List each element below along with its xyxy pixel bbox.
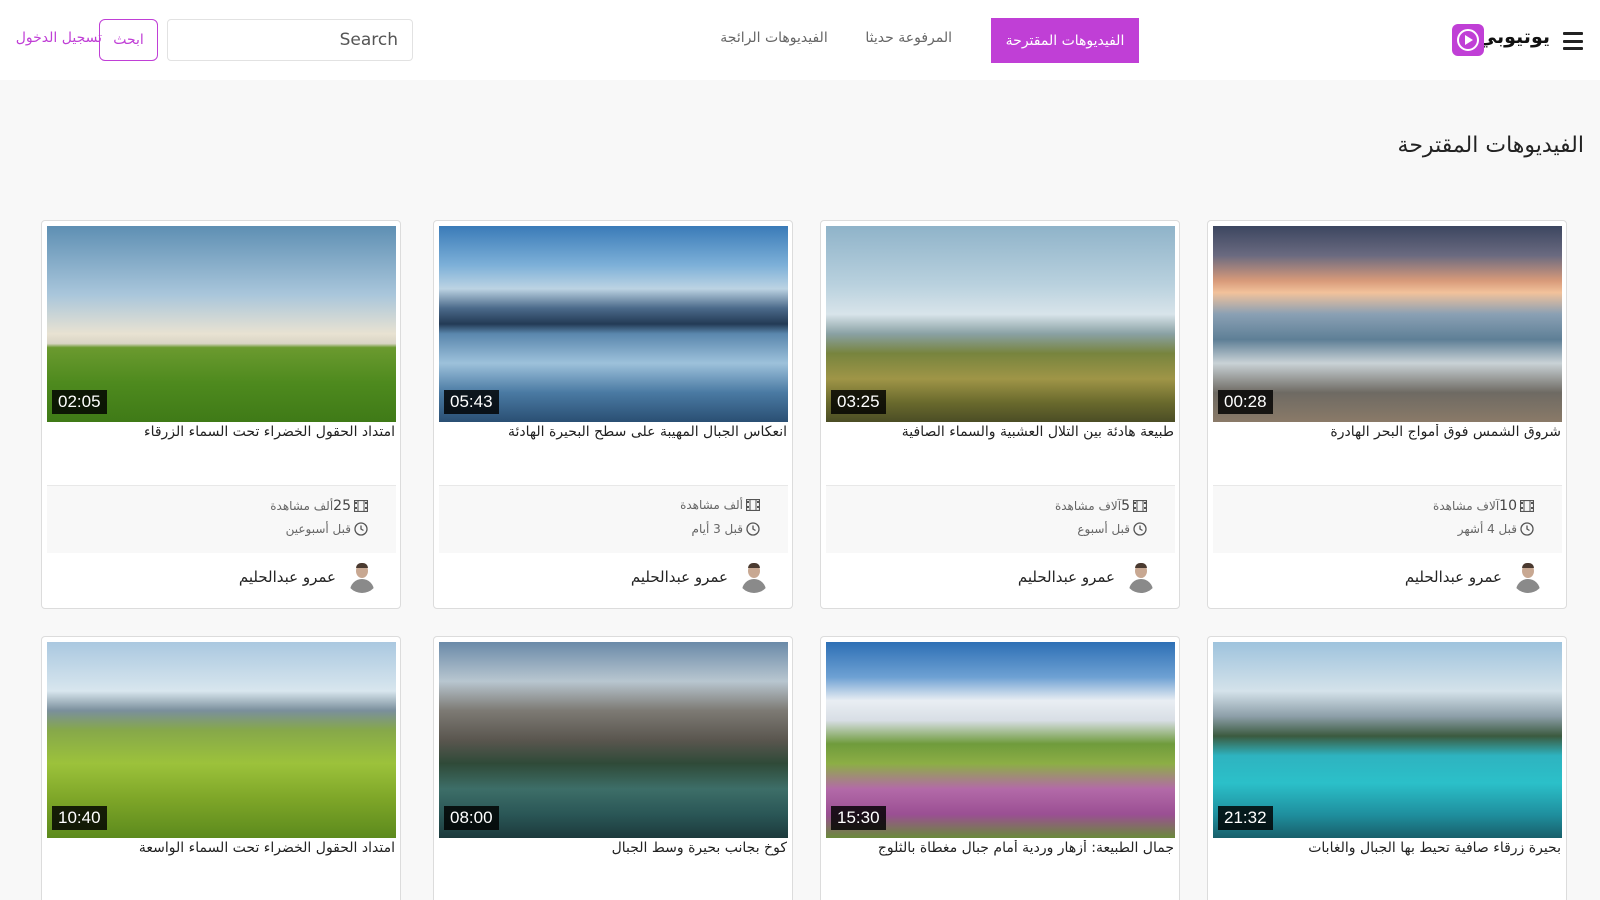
section-title: الفيديوهات المقترحة bbox=[1397, 133, 1584, 158]
video-card[interactable]: 15:30 جمال الطبيعة: أزهار وردية أمام جبا… bbox=[820, 636, 1180, 900]
video-card[interactable]: 10:40 امتداد الحقول الخضراء تحت السماء ا… bbox=[41, 636, 401, 900]
search-button[interactable]: ابحث bbox=[99, 19, 158, 61]
video-thumbnail[interactable]: 05:43 bbox=[439, 226, 788, 422]
clock-icon bbox=[354, 522, 368, 536]
clock-icon bbox=[746, 522, 760, 536]
views-label: ألف مشاهدة bbox=[680, 498, 743, 512]
upload-time: قبل أسبوعين bbox=[285, 522, 351, 536]
avatar[interactable] bbox=[346, 561, 378, 593]
time-row: قبل أسبوع bbox=[1077, 522, 1147, 536]
channel-name[interactable]: عمرو عبدالحليم bbox=[239, 568, 336, 586]
views-label: آلاف مشاهدة bbox=[1433, 499, 1500, 513]
video-title[interactable]: جمال الطبيعة: أزهار وردية أمام جبال مغطا… bbox=[829, 840, 1174, 856]
time-row: قبل 4 أشهر bbox=[1458, 522, 1534, 536]
video-thumbnail[interactable]: 10:40 bbox=[47, 642, 396, 838]
logo-text[interactable]: يوتيوبي bbox=[1478, 26, 1550, 48]
views-count: 10 bbox=[1499, 498, 1517, 514]
avatar[interactable] bbox=[738, 561, 770, 593]
video-title[interactable]: امتداد الحقول الخضراء تحت السماء الزرقاء bbox=[50, 424, 395, 440]
views-row: 10 آلاف مشاهدة bbox=[1433, 498, 1534, 514]
play-logo-icon[interactable] bbox=[1452, 24, 1484, 56]
login-link[interactable]: تسجيل الدخول bbox=[16, 30, 102, 46]
duration-badge: 08:00 bbox=[444, 806, 499, 830]
video-title[interactable]: انعكاس الجبال المهيبة على سطح البحيرة ال… bbox=[442, 424, 787, 440]
avatar[interactable] bbox=[1125, 561, 1157, 593]
upload-time: قبل أسبوع bbox=[1077, 522, 1130, 536]
video-meta: 10 آلاف مشاهدة قبل 4 أشهر bbox=[1213, 485, 1562, 553]
channel-name[interactable]: عمرو عبدالحليم bbox=[1018, 568, 1115, 586]
video-meta: 5 آلاف مشاهدة قبل أسبوع bbox=[826, 485, 1175, 553]
video-thumbnail[interactable]: 00:28 bbox=[1213, 226, 1562, 422]
video-card[interactable]: 00:28 شروق الشمس فوق أمواج البحر الهادرة… bbox=[1207, 220, 1567, 609]
duration-badge: 15:30 bbox=[831, 806, 886, 830]
video-thumbnail[interactable]: 03:25 bbox=[826, 226, 1175, 422]
menu-icon[interactable] bbox=[1563, 32, 1583, 50]
views-count: 5 bbox=[1121, 498, 1130, 514]
clock-icon bbox=[1133, 522, 1147, 536]
duration-badge: 03:25 bbox=[831, 390, 886, 414]
nav-trending-videos[interactable]: الفيديوهات الرائجة bbox=[720, 30, 828, 46]
duration-badge: 05:43 bbox=[444, 390, 499, 414]
channel-info[interactable]: عمرو عبدالحليم bbox=[239, 561, 378, 593]
video-thumbnail[interactable]: 15:30 bbox=[826, 642, 1175, 838]
film-icon bbox=[354, 500, 368, 512]
clock-icon bbox=[1520, 522, 1534, 536]
film-icon bbox=[1133, 500, 1147, 512]
channel-info[interactable]: عمرو عبدالحليم bbox=[1018, 561, 1157, 593]
time-row: قبل 3 أيام bbox=[692, 522, 760, 536]
video-title[interactable]: بحيرة زرقاء صافية تحيط بها الجبال والغاب… bbox=[1216, 840, 1561, 856]
video-title[interactable]: شروق الشمس فوق أمواج البحر الهادرة bbox=[1216, 424, 1561, 440]
video-card[interactable]: 08:00 كوخ بجانب بحيرة وسط الجبال bbox=[433, 636, 793, 900]
views-row: 5 آلاف مشاهدة bbox=[1055, 498, 1147, 514]
nav-recent-uploads[interactable]: المرفوعة حديثا bbox=[865, 30, 952, 46]
duration-badge: 10:40 bbox=[52, 806, 107, 830]
channel-name[interactable]: عمرو عبدالحليم bbox=[1405, 568, 1502, 586]
duration-badge: 02:05 bbox=[52, 390, 107, 414]
duration-badge: 21:32 bbox=[1218, 806, 1273, 830]
video-thumbnail[interactable]: 08:00 bbox=[439, 642, 788, 838]
upload-time: قبل 3 أيام bbox=[691, 522, 743, 536]
duration-badge: 00:28 bbox=[1218, 390, 1273, 414]
channel-info[interactable]: عمرو عبدالحليم bbox=[1405, 561, 1544, 593]
video-card[interactable]: 05:43 انعكاس الجبال المهيبة على سطح البح… bbox=[433, 220, 793, 609]
views-count: 25 bbox=[333, 498, 351, 514]
views-label: ألف مشاهدة bbox=[270, 499, 334, 513]
time-row: قبل أسبوعين bbox=[286, 522, 368, 536]
views-label: آلاف مشاهدة bbox=[1054, 499, 1122, 513]
channel-name[interactable]: عمرو عبدالحليم bbox=[631, 568, 728, 586]
video-card[interactable]: 03:25 طبيعة هادئة بين التلال العشبية وال… bbox=[820, 220, 1180, 609]
video-meta: 25 ألف مشاهدة قبل أسبوعين bbox=[47, 485, 396, 553]
film-icon bbox=[746, 499, 760, 511]
film-icon bbox=[1520, 500, 1534, 512]
video-thumbnail[interactable]: 21:32 bbox=[1213, 642, 1562, 838]
top-header: يوتيوبي الفيديوهات المقترحة المرفوعة حدي… bbox=[0, 0, 1600, 80]
upload-time: قبل 4 أشهر bbox=[1457, 522, 1517, 536]
views-row: 25 ألف مشاهدة bbox=[270, 498, 368, 514]
video-meta: ألف مشاهدة قبل 3 أيام bbox=[439, 485, 788, 553]
views-row: ألف مشاهدة bbox=[680, 498, 760, 512]
channel-info[interactable]: عمرو عبدالحليم bbox=[631, 561, 770, 593]
video-thumbnail[interactable]: 02:05 bbox=[47, 226, 396, 422]
video-title[interactable]: امتداد الحقول الخضراء تحت السماء الواسعة bbox=[50, 840, 395, 856]
video-card[interactable]: 02:05 امتداد الحقول الخضراء تحت السماء ا… bbox=[41, 220, 401, 609]
search-input[interactable] bbox=[167, 19, 413, 61]
nav-suggested-videos[interactable]: الفيديوهات المقترحة bbox=[991, 18, 1139, 63]
video-title[interactable]: طبيعة هادئة بين التلال العشبية والسماء ا… bbox=[829, 424, 1174, 440]
video-card[interactable]: 21:32 بحيرة زرقاء صافية تحيط بها الجبال … bbox=[1207, 636, 1567, 900]
video-title[interactable]: كوخ بجانب بحيرة وسط الجبال bbox=[442, 840, 787, 856]
avatar[interactable] bbox=[1512, 561, 1544, 593]
